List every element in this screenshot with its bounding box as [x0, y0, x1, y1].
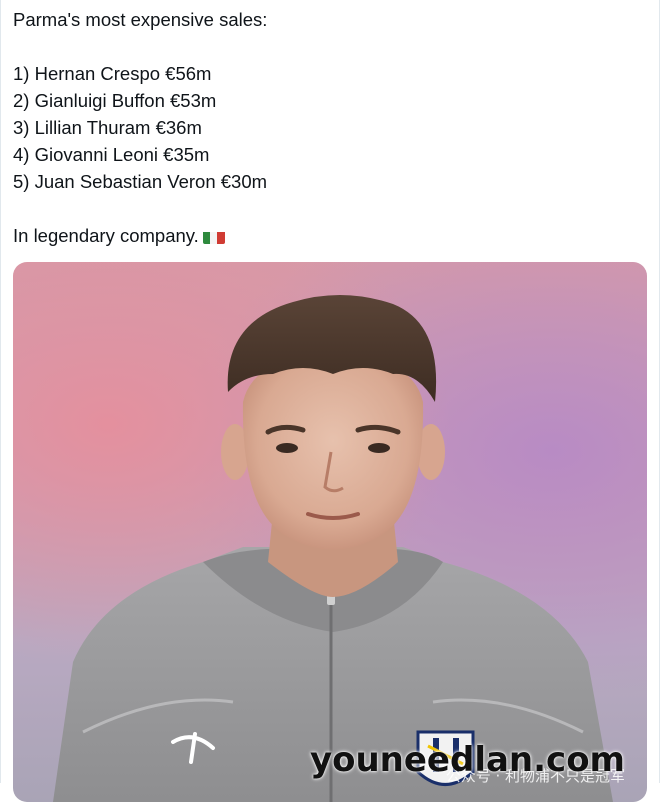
post-card: Parma's most expensive sales: 1) Hernan … [0, 0, 660, 802]
sales-list-item: 4) Giovanni Leoni €35m [13, 144, 210, 165]
sales-list-item: 5) Juan Sebastian Veron €30m [13, 171, 268, 192]
sales-list-item: 2) Gianluigi Buffon €53m [13, 90, 217, 111]
sales-list-item: 3) Lillian Thuram €36m [13, 117, 202, 138]
tweet-media-image[interactable]: 公众号 · 利物浦不只是冠军 youneedlan.com [13, 262, 647, 802]
tweet-closing: In legendary company. [13, 225, 199, 246]
player-photo [53, 294, 613, 802]
italy-flag-icon [202, 228, 225, 244]
tweet-heading: Parma's most expensive sales: [13, 9, 268, 30]
tweet-text: Parma's most expensive sales: 1) Hernan … [13, 6, 643, 249]
sales-list-item: 1) Hernan Crespo €56m [13, 63, 212, 84]
site-watermark: youneedlan.com [309, 740, 625, 780]
tweet-closing-line: In legendary company. [13, 222, 643, 249]
